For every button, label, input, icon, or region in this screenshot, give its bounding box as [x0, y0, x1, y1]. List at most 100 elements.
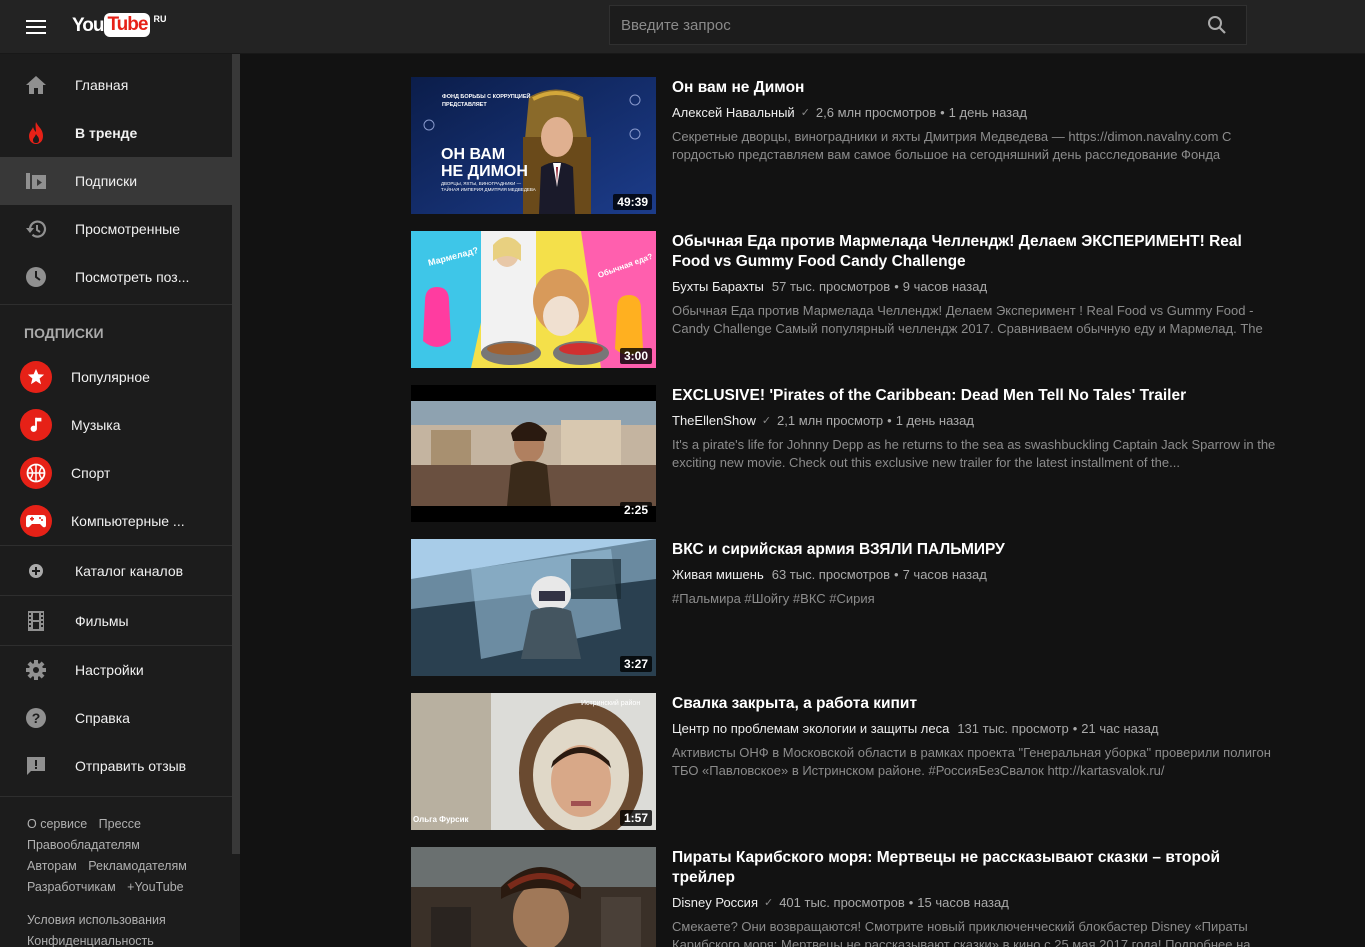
sidebar-scrollbar[interactable] [232, 54, 240, 854]
sidebar-item-label: Компьютерные ... [71, 513, 185, 529]
verified-check-icon: ✓ [761, 415, 772, 427]
search-button[interactable] [1188, 6, 1246, 44]
separator-dot: • [940, 105, 945, 120]
footer-link-about[interactable]: О сервисе [27, 817, 87, 831]
video-item[interactable]: ФОНД БОРЬБЫ С КОРРУПЦИЕЙ ПРЕДСТАВЛЯЕТ ОН… [411, 77, 1291, 214]
history-icon [24, 217, 48, 241]
sidebar-item-settings[interactable]: Настройки [0, 646, 232, 694]
video-info: Пираты Карибского моря: Мертвецы не расс… [672, 847, 1282, 947]
channel-name[interactable]: TheEllenShow [672, 413, 756, 428]
video-item[interactable]: Мармелад? Обычная еда? 3:00 Обычная Еда … [411, 231, 1291, 368]
upload-age: 21 час назад [1081, 721, 1159, 736]
video-duration: 3:00 [619, 348, 652, 364]
video-feed: ФОНД БОРЬБЫ С КОРРУПЦИЕЙ ПРЕДСТАВЛЯЕТ ОН… [240, 54, 1365, 947]
sidebar-item-films[interactable]: Фильмы [0, 596, 232, 645]
sidebar-sub-sport[interactable]: Спорт [0, 449, 232, 497]
video-duration: 1:57 [619, 810, 652, 826]
view-count: 131 тыс. просмотр [957, 721, 1069, 736]
video-thumbnail[interactable]: Истринский район Ольга Фурсик 1:57 [411, 693, 656, 830]
hamburger-menu-icon[interactable] [20, 15, 52, 39]
upload-age: 1 день назад [895, 413, 974, 428]
channel-name[interactable]: Центр по проблемам экологии и защиты лес… [672, 721, 949, 736]
channel-name[interactable]: Живая мишень [672, 567, 764, 582]
sidebar-item-label: Просмотренные [75, 221, 181, 237]
sidebar-item-channel-catalog[interactable]: Каталог каналов [0, 546, 232, 595]
flame-icon [24, 121, 48, 145]
sidebar-item-help[interactable]: ? Справка [0, 694, 232, 742]
thumbnail-image [411, 385, 656, 522]
thumbnail-image [411, 539, 656, 676]
video-item[interactable]: Пираты Карибского моря: Мертвецы не расс… [411, 847, 1291, 947]
footer-link-terms[interactable]: Условия использования [27, 913, 166, 927]
upload-age: 9 часов назад [902, 279, 988, 294]
sidebar-item-feedback[interactable]: Отправить отзыв [0, 742, 232, 790]
video-info: Он вам не Димон Алексей Навальный ✓ 2,6 … [672, 77, 1282, 164]
sidebar-item-label: Фильмы [75, 612, 129, 629]
video-title[interactable]: Свалка закрыта, а работа кипит [672, 694, 1282, 714]
footer-link-copyright[interactable]: Правообладателям [27, 838, 140, 852]
subscriptions-section-title: ПОДПИСКИ [24, 325, 104, 341]
sidebar-sub-music[interactable]: Музыка [0, 401, 232, 449]
sidebar-sub-games[interactable]: Компьютерные ... [0, 497, 232, 545]
sidebar-item-label: Главная [75, 77, 129, 93]
sidebar-item-label: Каталог каналов [75, 562, 184, 579]
footer-link-advertise[interactable]: Рекламодателям [88, 859, 187, 873]
subscriptions-icon [24, 169, 48, 193]
thumbnail-image: Истринский район Ольга Фурсик [411, 693, 656, 830]
video-duration: 3:27 [619, 656, 652, 672]
separator-dot: • [894, 567, 899, 582]
view-count: 57 тыс. просмотров [771, 279, 891, 294]
sidebar-item-subscriptions[interactable]: Подписки [0, 157, 232, 205]
video-thumbnail[interactable]: 2:25 [411, 385, 656, 522]
video-meta: Бухты Барахты 57 тыс. просмотров • 9 час… [672, 279, 1282, 294]
sidebar-item-home[interactable]: Главная [0, 61, 232, 109]
sidebar-item-label: Музыка [71, 417, 121, 433]
youtube-logo[interactable]: You Tube RU [72, 13, 166, 39]
home-icon [24, 73, 48, 97]
footer-link-plus-youtube[interactable]: +YouTube [127, 880, 183, 894]
video-title[interactable]: Обычная Еда против Мармелада Челлендж! Д… [672, 232, 1282, 272]
separator-dot: • [894, 279, 899, 294]
video-item[interactable]: 2:25 EXCLUSIVE! 'Pirates of the Caribbea… [411, 385, 1291, 522]
sidebar-item-label: Справка [75, 710, 130, 726]
footer-link-developers[interactable]: Разработчикам [27, 880, 116, 894]
video-thumbnail[interactable] [411, 847, 656, 947]
footer-link-creators[interactable]: Авторам [27, 859, 77, 873]
channel-name[interactable]: Алексей Навальный [672, 105, 795, 120]
sidebar-item-history[interactable]: Просмотренные [0, 205, 232, 253]
thumb-text: ОН ВАМ [441, 146, 505, 163]
logo-you-text: You [72, 15, 105, 36]
sidebar-item-label: Посмотреть поз... [75, 269, 190, 285]
sidebar-item-watch-later[interactable]: Посмотреть поз... [0, 253, 232, 301]
add-circle-icon [24, 559, 48, 583]
sidebar-item-trending[interactable]: В тренде [0, 109, 232, 157]
separator-dot: • [908, 895, 914, 910]
thumbnail-image [411, 847, 656, 947]
view-count: 2,1 млн просмотр [777, 413, 884, 428]
video-thumbnail[interactable]: Мармелад? Обычная еда? 3:00 [411, 231, 656, 368]
footer-link-privacy[interactable]: Конфиденциальность [27, 934, 154, 947]
video-title[interactable]: Он вам не Димон [672, 78, 1282, 98]
search-input[interactable] [610, 6, 1188, 44]
channel-name[interactable]: Disney Россия [672, 895, 758, 910]
help-icon: ? [24, 706, 48, 730]
music-note-icon [20, 409, 52, 441]
video-meta: Disney Россия ✓ 401 тыс. просмотров • 15… [672, 895, 1282, 910]
gamepad-icon [20, 505, 52, 537]
thumb-text: ФОНД БОРЬБЫ С КОРРУПЦИЕЙ [442, 92, 531, 100]
video-title[interactable]: Пираты Карибского моря: Мертвецы не расс… [672, 848, 1282, 888]
channel-name[interactable]: Бухты Барахты [672, 279, 764, 294]
footer-link-press[interactable]: Прессе [99, 817, 141, 831]
video-thumbnail[interactable]: ФОНД БОРЬБЫ С КОРРУПЦИЕЙ ПРЕДСТАВЛЯЕТ ОН… [411, 77, 656, 214]
video-title[interactable]: EXCLUSIVE! 'Pirates of the Caribbean: De… [672, 386, 1282, 406]
thumb-text: Ольга Фурсик [413, 815, 470, 824]
feedback-icon [24, 754, 48, 778]
sidebar-sub-popular[interactable]: Популярное [0, 353, 232, 401]
video-thumbnail[interactable]: 3:27 [411, 539, 656, 676]
separator-dot: • [887, 413, 892, 428]
video-item[interactable]: 3:27 ВКС и сирийская армия ВЗЯЛИ ПАЛЬМИР… [411, 539, 1291, 676]
thumbnail-image: Мармелад? Обычная еда? [411, 231, 656, 368]
video-title[interactable]: ВКС и сирийская армия ВЗЯЛИ ПАЛЬМИРУ [672, 540, 1282, 560]
thumb-text: ТАЙНАЯ ИМПЕРИЯ ДМИТРИЯ МЕДВЕДЕВА [441, 185, 536, 192]
video-item[interactable]: Истринский район Ольга Фурсик 1:57 Свалк… [411, 693, 1291, 830]
